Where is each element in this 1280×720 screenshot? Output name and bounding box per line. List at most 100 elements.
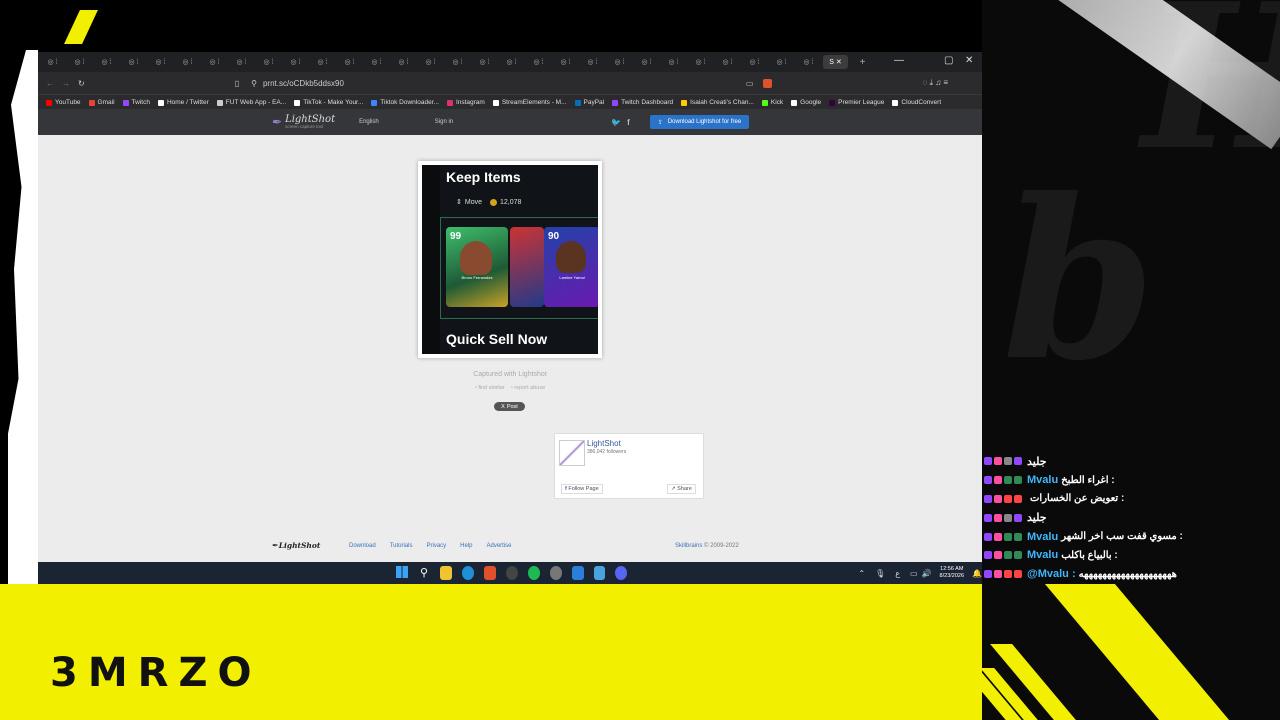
tab[interactable]: ◎ ⁞ [310, 55, 335, 69]
bookmark-item[interactable]: Twitch [122, 99, 150, 106]
mic-icon[interactable]: 🎙 [875, 569, 885, 578]
footer-link-download[interactable]: Download [349, 543, 376, 549]
player-card[interactable]: 99 Bruno Fernandes [446, 227, 508, 307]
tab[interactable]: ◎ ⁞ [337, 55, 362, 69]
player-card[interactable]: 90 Lamine Yamal [544, 227, 598, 307]
find-similar-link[interactable]: ▫ find similar [475, 385, 505, 391]
tab[interactable]: ◎ ⁞ [418, 55, 443, 69]
close-icon[interactable]: ✕ [965, 55, 973, 66]
tab[interactable]: ◎ ⁞ [67, 55, 92, 69]
search-icon[interactable]: ⚲ [418, 566, 430, 580]
tab[interactable]: ◎ ⁞ [94, 55, 119, 69]
footer-link-advertise[interactable]: Advertise [487, 543, 512, 549]
chat-username[interactable]: Mvalu [1027, 474, 1058, 486]
bookmark-item[interactable]: Tiktok Downloader... [371, 99, 439, 106]
bookmark-item[interactable]: CloudConvert [892, 99, 941, 106]
player-card[interactable] [510, 227, 544, 307]
obs-icon[interactable] [505, 566, 518, 580]
tab[interactable]: ◎ ⁞ [769, 55, 794, 69]
fb-share-button[interactable]: ↗ Share [667, 484, 696, 494]
bookmark-item[interactable]: Gmail [88, 99, 115, 106]
volume-icon[interactable]: 🔊 [922, 569, 932, 578]
tab[interactable]: ◎ ⁞ [256, 55, 281, 69]
site-info-icon[interactable]: ⚲ [251, 79, 257, 88]
tab[interactable]: ◎ ⁞ [499, 55, 524, 69]
tab-active[interactable]: S ✕ [823, 55, 848, 69]
bookmark-item[interactable]: Premier League [829, 99, 884, 106]
chat-username[interactable]: @Mvalu : [1027, 568, 1076, 580]
bookmark-item[interactable]: Google [791, 99, 821, 106]
chat-username[interactable]: جليد [1027, 511, 1047, 524]
brave-shield-icon[interactable] [763, 78, 773, 88]
screenshot-image[interactable]: Keep Items ⇕ Move 12,078 99 Bruno Fernan… [422, 165, 598, 354]
tab[interactable]: ◎ ⁞ [148, 55, 173, 69]
bookmark-item[interactable]: TikTok - Make Your... [294, 99, 363, 106]
fb-follow-button[interactable]: f Follow Page [561, 484, 603, 494]
tab[interactable]: ◎ ⁞ [607, 55, 632, 69]
capcut-icon[interactable] [571, 566, 584, 580]
tab[interactable]: ◎ ⁞ [715, 55, 740, 69]
brave-icon[interactable] [483, 566, 496, 580]
twitter-icon[interactable]: 🐦 [611, 118, 621, 127]
tab[interactable]: ◎ ⁞ [526, 55, 551, 69]
tab[interactable]: ◎ ⁞ [283, 55, 308, 69]
bookmark-item[interactable]: PayPal [574, 99, 604, 106]
tab[interactable]: ◎ ⁞ [688, 55, 713, 69]
bookmark-icon[interactable]: ▯ [235, 79, 239, 88]
tab[interactable]: ◎ ⁞ [391, 55, 416, 69]
language-icon[interactable]: ع [895, 569, 900, 578]
language-select[interactable]: English [359, 119, 379, 125]
tab[interactable]: ◎ ⁞ [661, 55, 686, 69]
tab[interactable]: ◎ ⁞ [580, 55, 605, 69]
footer-link-help[interactable]: Help [460, 543, 472, 549]
back-icon[interactable]: ← [46, 79, 54, 88]
tab[interactable]: ◎ ⁞ [229, 55, 254, 69]
minimize-icon[interactable]: — [894, 55, 904, 66]
tray-chevron-icon[interactable]: ⌃ [858, 569, 865, 578]
tab[interactable]: ◎ ⁞ [553, 55, 578, 69]
bookmark-item[interactable]: Kick [761, 99, 783, 106]
spotify-icon[interactable] [527, 566, 540, 580]
maximize-icon[interactable]: ▢ [944, 55, 953, 66]
bookmark-item[interactable]: Twitch Dashboard [612, 99, 673, 106]
app-icon[interactable] [549, 566, 562, 580]
tab[interactable]: ◎ ⁞ [175, 55, 200, 69]
new-tab-button[interactable]: + [850, 55, 875, 69]
streamdeck-icon[interactable] [593, 566, 606, 580]
post-button[interactable]: X Post [494, 402, 525, 411]
download-lightshot-button[interactable]: ⇪ Download Lightshot for free [649, 115, 750, 129]
bookmark-item[interactable]: FUT Web App - EA... [216, 99, 286, 106]
cast-icon[interactable]: ▭ [746, 79, 754, 88]
footer-logo[interactable]: ✒ LightShot [272, 541, 320, 550]
file-explorer-icon[interactable] [439, 566, 452, 580]
clock[interactable]: 12:56 AM 8/23/2026 [940, 566, 964, 579]
sign-in-link[interactable]: Sign in [435, 119, 453, 125]
notification-icon[interactable]: 🔔 [972, 569, 982, 578]
tab[interactable]: ◎ ⁞ [121, 55, 146, 69]
bookmark-item[interactable]: Isaiah Creati's Chan... [681, 99, 754, 106]
chat-username[interactable]: Mvalu [1027, 531, 1058, 543]
bookmark-item[interactable]: Instagram [446, 99, 485, 106]
edge-icon[interactable] [461, 566, 474, 580]
tab[interactable]: ◎ ⁞ [202, 55, 227, 69]
footer-link-tutorials[interactable]: Tutorials [390, 543, 413, 549]
windows-start-icon[interactable] [396, 566, 408, 580]
tab[interactable]: ◎ ⁞ [445, 55, 470, 69]
facebook-icon[interactable]: f [627, 118, 630, 127]
tab[interactable]: ◎ ⁞ [742, 55, 767, 69]
bookmark-item[interactable]: StreamElements - M... [492, 99, 567, 106]
url-field[interactable]: prnt.sc/oCDkb5ddsx90 [263, 79, 344, 88]
tab[interactable]: ◎ ⁞ [364, 55, 389, 69]
skillbrains-link[interactable]: Skillbrains [675, 543, 702, 549]
network-icon[interactable]: ▭ [910, 569, 918, 578]
fb-page-name[interactable]: LightShot [587, 439, 621, 448]
tab[interactable]: ◎ ⁞ [796, 55, 821, 69]
discord-icon[interactable] [615, 566, 628, 580]
footer-link-privacy[interactable]: Privacy [426, 543, 446, 549]
tab[interactable]: ◎ ⁞ [472, 55, 497, 69]
tab[interactable]: ◎ ⁞ [40, 55, 65, 69]
reload-icon[interactable]: ↻ [78, 79, 85, 88]
forward-icon[interactable]: → [62, 79, 70, 88]
bookmark-item[interactable]: Home / Twitter [157, 99, 209, 106]
chat-username[interactable]: Mvalu [1027, 549, 1058, 561]
